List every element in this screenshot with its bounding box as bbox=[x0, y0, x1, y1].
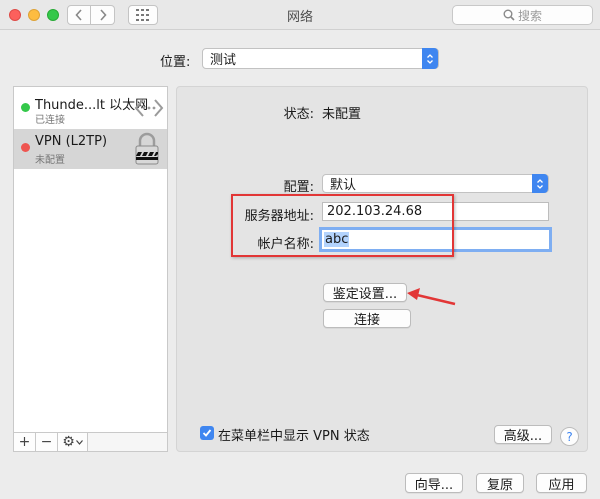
service-list-toolbar: + − ⚙ bbox=[13, 433, 168, 452]
grid-icon bbox=[136, 9, 149, 21]
revert-button[interactable]: 复原 bbox=[476, 473, 524, 493]
chevron-left-icon bbox=[75, 9, 82, 21]
search-placeholder: 搜索 bbox=[517, 8, 542, 23]
advanced-button[interactable]: 高级... bbox=[494, 425, 552, 444]
show-all-button[interactable] bbox=[128, 5, 158, 25]
annotation-highlight-box bbox=[231, 194, 454, 257]
popup-chevron-icon bbox=[532, 174, 548, 193]
chevron-right-icon bbox=[99, 9, 107, 21]
not-configured-status-dot bbox=[21, 143, 30, 152]
add-service-button[interactable]: + bbox=[14, 433, 36, 451]
close-window-button[interactable] bbox=[9, 9, 21, 21]
window-title: 网络 bbox=[286, 10, 313, 25]
chevron-down-icon bbox=[75, 439, 83, 445]
configuration-label: 配置: bbox=[283, 180, 314, 195]
show-vpn-status-checkbox[interactable] bbox=[200, 426, 214, 440]
vpn-lock-icon bbox=[135, 132, 159, 165]
remove-service-button[interactable]: − bbox=[36, 433, 58, 451]
annotation-arrow-icon bbox=[407, 288, 456, 306]
status-label: 状态: bbox=[283, 107, 314, 122]
service-item-vpn[interactable]: VPN (L2TP) 未配置 bbox=[14, 129, 167, 169]
service-item-ethernet[interactable]: Thunde...lt 以太网 已连接 bbox=[14, 89, 167, 129]
zoom-window-button[interactable] bbox=[47, 9, 59, 21]
service-list[interactable]: Thunde...lt 以太网 已连接 VPN (L2TP) 未配置 bbox=[13, 86, 168, 433]
show-vpn-status-label: 在菜单栏中显示 VPN 状态 bbox=[218, 429, 370, 444]
help-button[interactable]: ? bbox=[560, 427, 579, 446]
ethernet-arrows-icon bbox=[134, 99, 164, 117]
status-value: 未配置 bbox=[322, 107, 362, 122]
checkmark-icon bbox=[202, 429, 212, 437]
configuration-value: 默认 bbox=[330, 178, 357, 193]
assist-me-button[interactable]: 向导... bbox=[405, 473, 463, 493]
authentication-settings-button[interactable]: 鉴定设置... bbox=[323, 283, 407, 302]
service-status: 已连接 bbox=[35, 115, 65, 126]
popup-chevron-icon bbox=[422, 48, 438, 69]
connect-button[interactable]: 连接 bbox=[323, 309, 411, 328]
location-value: 测试 bbox=[210, 53, 237, 68]
configuration-popup[interactable]: 默认 bbox=[322, 174, 549, 193]
service-status: 未配置 bbox=[35, 155, 65, 166]
connected-status-dot bbox=[21, 103, 30, 112]
action-menu-button[interactable]: ⚙ bbox=[58, 433, 88, 451]
location-label: 位置: bbox=[160, 55, 191, 70]
location-popup[interactable]: 测试 bbox=[202, 48, 439, 69]
back-button[interactable] bbox=[67, 5, 91, 25]
search-field[interactable]: 搜索 bbox=[452, 5, 593, 25]
forward-button[interactable] bbox=[91, 5, 115, 25]
vpn-settings-panel bbox=[176, 86, 588, 452]
minimize-window-button[interactable] bbox=[28, 9, 40, 21]
title-bar: 网络 搜索 bbox=[0, 0, 600, 30]
search-icon bbox=[503, 9, 515, 21]
apply-button[interactable]: 应用 bbox=[536, 473, 587, 493]
service-name: VPN (L2TP) bbox=[35, 134, 108, 149]
gear-icon: ⚙ bbox=[62, 434, 75, 450]
